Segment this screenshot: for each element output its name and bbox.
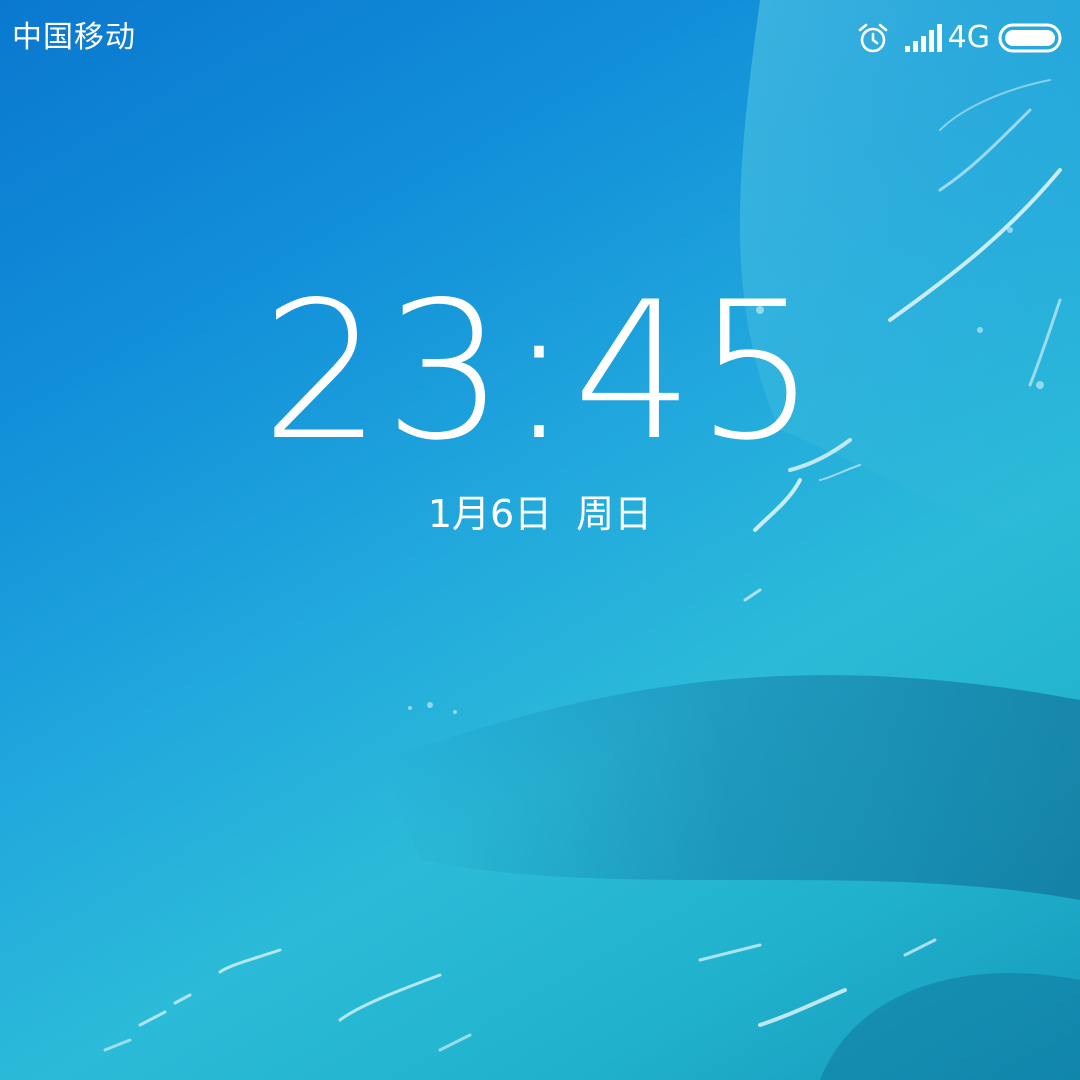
signal-icon — [904, 24, 942, 52]
weekday-text: 周日 — [576, 492, 653, 536]
carrier-name: 中国移动 — [12, 20, 136, 55]
lock-screen-clock: 23:45 — [261, 261, 819, 482]
lock-screen-date: 1月6日 周日 — [0, 486, 1080, 542]
status-icons: 4G — [856, 16, 1064, 60]
deep-channel — [380, 675, 1080, 900]
alarm-icon — [858, 23, 887, 53]
status-bar: 中国移动 4G — [0, 0, 1080, 76]
date-text: 1月6日 — [427, 492, 553, 536]
battery-icon — [998, 23, 1062, 53]
deep-patch — [820, 973, 1080, 1080]
network-type: 4G — [947, 20, 990, 55]
